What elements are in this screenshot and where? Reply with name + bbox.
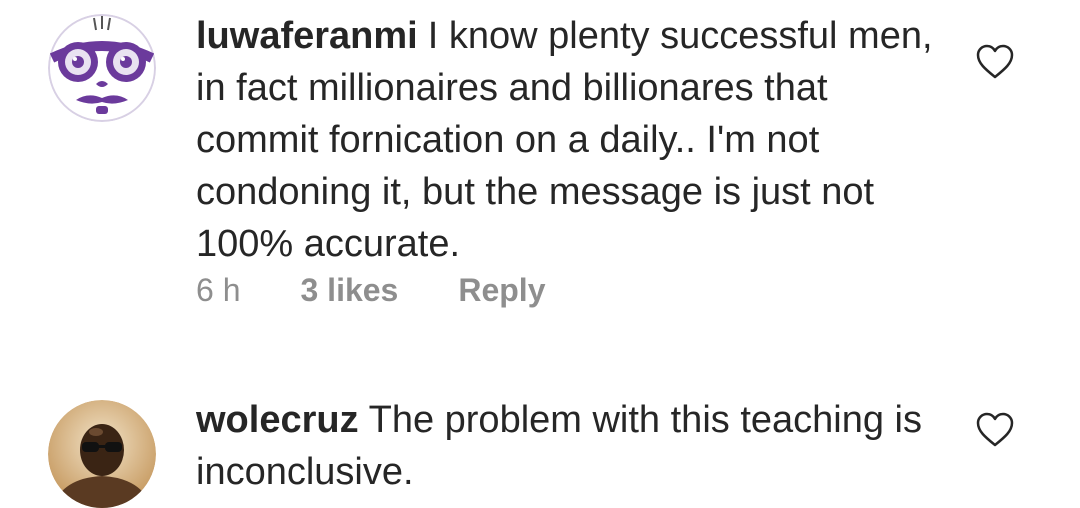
comment-likes-count[interactable]: 3 likes [300,272,398,309]
comment-item: luwaferanmi I know plenty successful men,… [0,0,1080,380]
like-button[interactable] [976,44,1014,80]
comment-text-block: luwaferanmi I know plenty successful men,… [196,10,936,270]
cartoon-face-avatar-icon [48,14,156,122]
reply-button[interactable]: Reply [458,272,545,309]
comment-username[interactable]: wolecruz [196,399,359,441]
comment-meta: 6 h 3 likes Reply [196,262,545,318]
comment-item: wolecruz The problem with this teaching i… [0,380,1080,508]
like-button[interactable] [976,412,1014,448]
avatar[interactable] [48,14,156,122]
comment-username[interactable]: luwaferanmi [196,15,418,57]
comment-text-block: wolecruz The problem with this teaching i… [196,394,936,498]
heart-outline-icon [976,44,1014,79]
heart-outline-icon [976,412,1014,447]
comment-timestamp: 6 h [196,271,241,308]
comment-body: luwaferanmi I know plenty successful men,… [196,10,936,270]
comment-body: wolecruz The problem with this teaching i… [196,394,936,498]
